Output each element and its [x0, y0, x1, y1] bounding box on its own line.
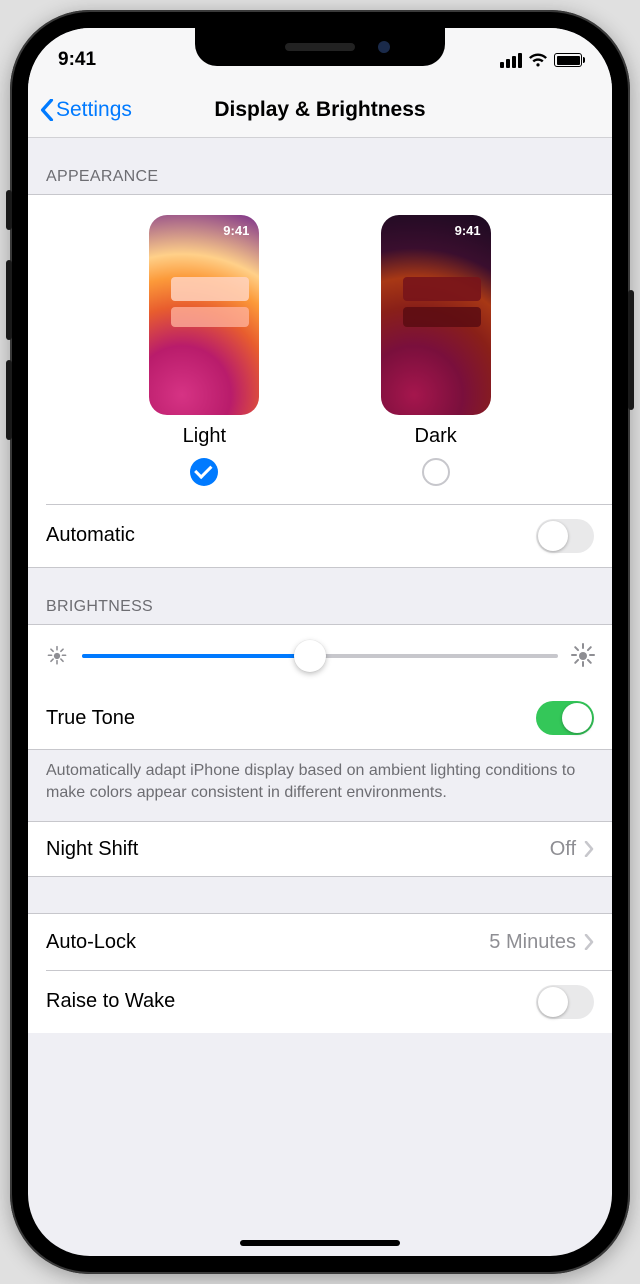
- battery-icon: [554, 53, 582, 67]
- thumbnail-time: 9:41: [455, 223, 481, 238]
- brightness-slider-thumb[interactable]: [294, 640, 326, 672]
- power-button: [628, 290, 634, 410]
- auto-lock-row[interactable]: Auto-Lock 5 Minutes: [28, 914, 612, 970]
- chevron-left-icon: [40, 99, 54, 121]
- raise-to-wake-label: Raise to Wake: [46, 990, 175, 1013]
- brightness-high-icon: [572, 645, 594, 667]
- cellular-signal-icon: [500, 53, 522, 68]
- true-tone-footer: Automatically adapt iPhone display based…: [28, 750, 612, 821]
- volume-up-button: [6, 260, 12, 340]
- night-shift-value: Off: [550, 838, 576, 861]
- appearance-picker: 9:41 Light 9:41 Dark: [28, 195, 612, 504]
- thumbnail-time: 9:41: [223, 223, 249, 238]
- auto-lock-value: 5 Minutes: [489, 931, 576, 954]
- auto-lock-label: Auto-Lock: [46, 931, 136, 954]
- automatic-label: Automatic: [46, 524, 135, 547]
- volume-down-button: [6, 360, 12, 440]
- front-camera: [378, 41, 390, 53]
- back-label: Settings: [56, 98, 132, 122]
- brightness-slider-row: [28, 625, 612, 687]
- night-shift-label: Night Shift: [46, 838, 138, 861]
- automatic-row: Automatic: [28, 505, 612, 567]
- notch: [195, 28, 445, 66]
- speaker-grille: [285, 43, 355, 51]
- section-header-brightness: BRIGHTNESS: [28, 568, 612, 624]
- appearance-option-light[interactable]: 9:41 Light: [149, 215, 259, 486]
- status-right: [500, 52, 582, 68]
- true-tone-row: True Tone: [28, 687, 612, 749]
- light-mode-label: Light: [183, 425, 226, 448]
- home-indicator[interactable]: [240, 1240, 400, 1246]
- dark-mode-thumbnail: 9:41: [381, 215, 491, 415]
- status-time: 9:41: [58, 49, 96, 71]
- navigation-bar: Settings Display & Brightness: [28, 82, 612, 138]
- brightness-slider-fill: [82, 654, 310, 658]
- raise-to-wake-row: Raise to Wake: [28, 971, 612, 1033]
- brightness-slider[interactable]: [82, 654, 558, 658]
- screen: 9:41 Settings Display & Brightness APPEA…: [28, 28, 612, 1256]
- chevron-right-icon: [584, 934, 594, 950]
- true-tone-toggle[interactable]: [536, 701, 594, 735]
- night-shift-row[interactable]: Night Shift Off: [28, 821, 612, 877]
- brightness-low-icon: [48, 647, 65, 664]
- silence-switch: [6, 190, 12, 230]
- section-header-appearance: APPEARANCE: [28, 138, 612, 194]
- automatic-toggle[interactable]: [536, 519, 594, 553]
- chevron-right-icon: [584, 841, 594, 857]
- raise-to-wake-toggle[interactable]: [536, 985, 594, 1019]
- dark-mode-radio[interactable]: [422, 458, 450, 486]
- checkmark-icon: [194, 461, 212, 479]
- appearance-option-dark[interactable]: 9:41 Dark: [381, 215, 491, 486]
- phone-frame: 9:41 Settings Display & Brightness APPEA…: [10, 10, 630, 1274]
- dark-mode-label: Dark: [415, 425, 457, 448]
- light-mode-radio[interactable]: [190, 458, 218, 486]
- true-tone-label: True Tone: [46, 707, 135, 730]
- light-mode-thumbnail: 9:41: [149, 215, 259, 415]
- wifi-icon: [528, 52, 548, 68]
- back-button[interactable]: Settings: [40, 98, 132, 122]
